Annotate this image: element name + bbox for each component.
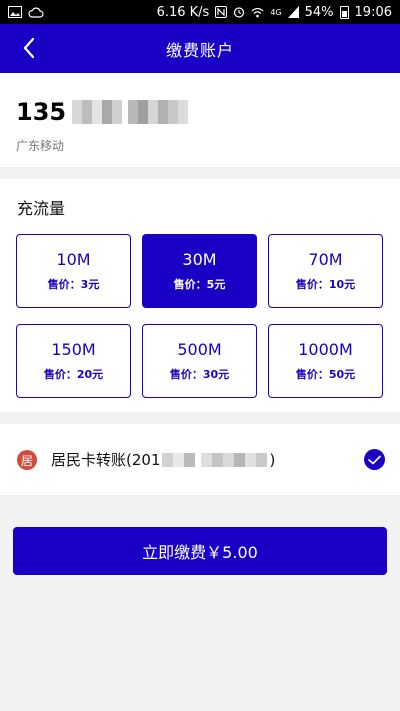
payment-label-prefix: 居民卡转账(201 (51, 451, 161, 469)
check-icon[interactable] (364, 449, 385, 470)
payment-method-label: 居民卡转账(201 ) (51, 449, 275, 470)
phone-prefix: 135 (16, 98, 67, 126)
cloud-icon (28, 7, 44, 18)
nfc-icon (215, 6, 228, 18)
signal-icon (287, 6, 299, 18)
package-price: 售价：3元 (47, 278, 100, 291)
package-amount: 500M (177, 340, 222, 359)
account-mosaic (162, 452, 268, 467)
battery-icon (339, 5, 349, 19)
page-title: 缴费账户 (165, 40, 234, 60)
payment-label-suffix: ) (269, 450, 276, 469)
carrier-label: 广东移动 (16, 139, 65, 153)
account-card: 135 广东移动 (0, 73, 400, 167)
network-type: 4G (270, 7, 282, 17)
battery-percent: 54% (304, 4, 334, 20)
phone-number: 135 (16, 98, 189, 126)
pay-now-button[interactable]: 立即缴费￥5.00 (13, 527, 387, 575)
package-150m[interactable]: 150M 售价：20元 (16, 324, 131, 398)
chevron-left-icon[interactable] (18, 36, 42, 60)
package-price: 售价：10元 (295, 278, 356, 291)
payment-method-row[interactable]: 居 居民卡转账(201 ) (0, 424, 400, 495)
clock: 19:06 (354, 4, 392, 20)
resident-card-icon: 居 (17, 450, 37, 470)
section-title: 充流量 (17, 199, 66, 218)
wifi-icon (251, 7, 264, 17)
package-10m[interactable]: 10M 售价：3元 (16, 234, 131, 308)
package-amount: 30M (182, 250, 217, 269)
package-amount: 10M (56, 250, 91, 269)
package-price: 售价：5元 (173, 278, 226, 291)
traffic-section: 充流量 10M 售价：3元 30M 售价：5元 70M 售价：10元 150M … (0, 179, 400, 412)
network-speed: 6.16 K/s (156, 4, 210, 20)
app-header: 缴费账户 (0, 24, 400, 73)
package-500m[interactable]: 500M 售价：30元 (142, 324, 257, 398)
alarm-icon (234, 7, 245, 18)
package-grid: 10M 售价：3元 30M 售价：5元 70M 售价：10元 150M 售价：2… (16, 234, 384, 398)
package-price: 售价：30元 (169, 368, 230, 381)
package-price: 售价：50元 (295, 368, 356, 381)
package-amount: 70M (308, 250, 343, 269)
package-70m[interactable]: 70M 售价：10元 (268, 234, 383, 308)
status-bar: 6.16 K/s 4G 54% 19:06 (0, 0, 400, 24)
package-1000m[interactable]: 1000M 售价：50元 (268, 324, 383, 398)
package-amount: 150M (51, 340, 96, 359)
package-30m[interactable]: 30M 售价：5元 (142, 234, 257, 308)
phone-mosaic (72, 100, 189, 124)
package-amount: 1000M (298, 340, 353, 359)
package-price: 售价：20元 (43, 368, 104, 381)
image-icon (8, 6, 22, 18)
